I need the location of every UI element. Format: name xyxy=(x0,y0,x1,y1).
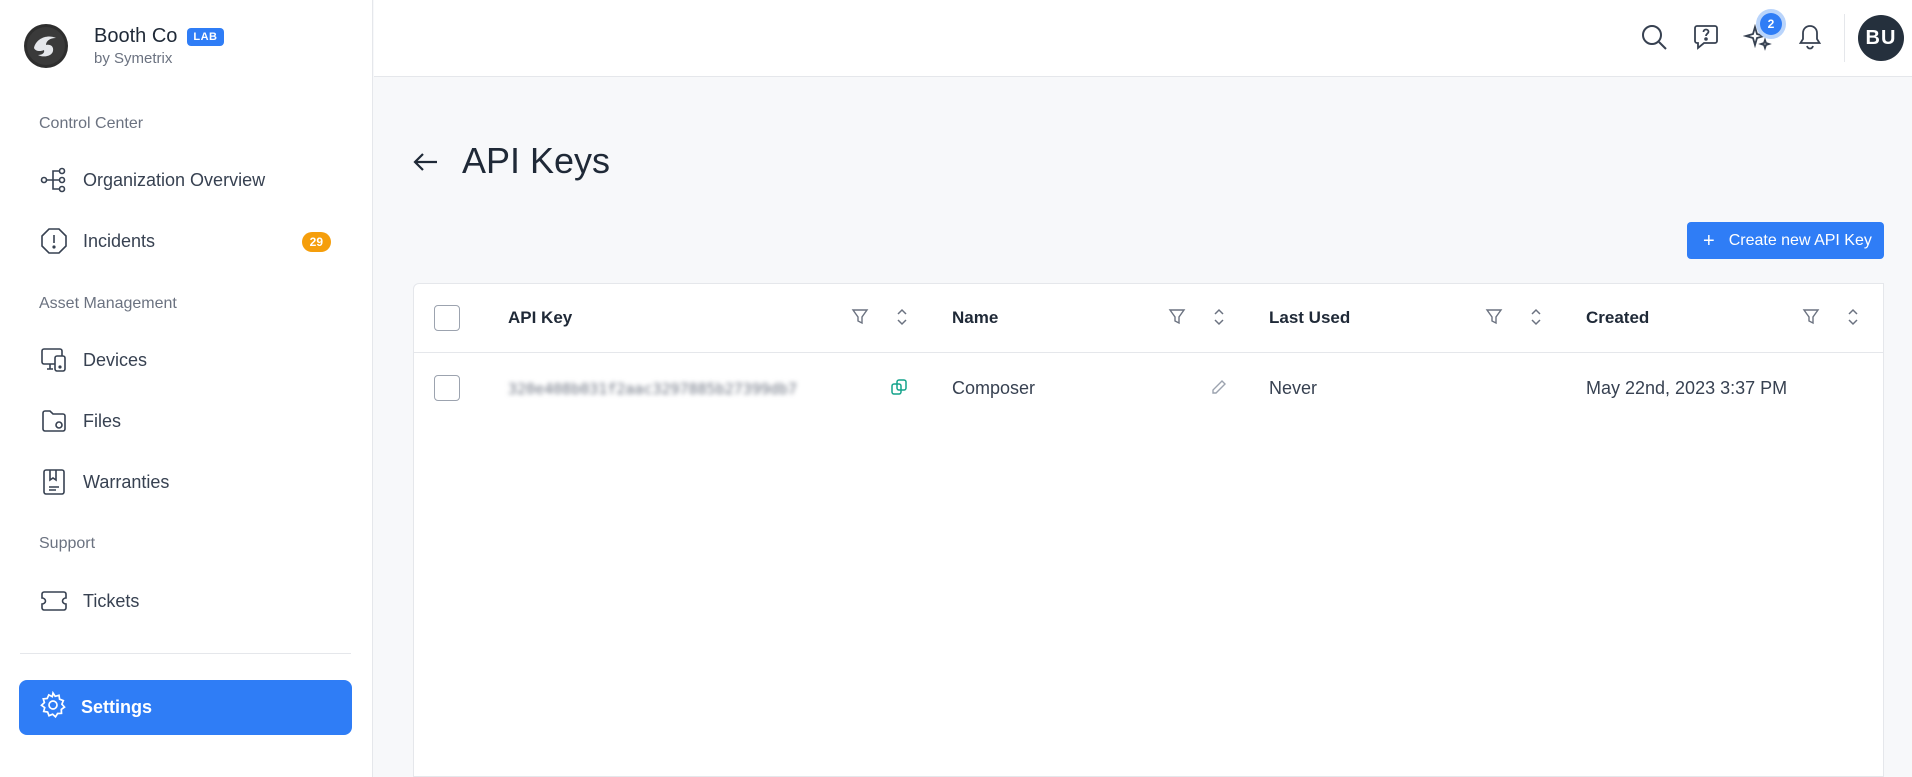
top-bar: 2 BU xyxy=(374,0,1912,77)
lab-badge: LAB xyxy=(187,27,224,46)
org-tree-icon xyxy=(39,165,69,195)
section-label-control-center: Control Center xyxy=(39,115,144,132)
column-header-last-used[interactable]: Last Used xyxy=(1269,308,1350,328)
sort-icon[interactable] xyxy=(1842,306,1864,328)
plus-icon: + xyxy=(1703,229,1715,252)
sidebar-item-label: Settings xyxy=(81,697,153,717)
sidebar: Booth Co LAB by Symetrix Control Center … xyxy=(0,0,373,777)
back-arrow-icon[interactable] xyxy=(410,146,442,178)
warranty-icon xyxy=(39,467,69,497)
table-row: 320e408b031f2aac3297885b27399db7 Compose… xyxy=(414,354,1883,424)
sidebar-item-tickets[interactable]: Tickets xyxy=(39,581,339,621)
sidebar-item-devices[interactable]: Devices xyxy=(39,340,339,380)
api-key-value: 320e408b031f2aac3297885b27399db7 xyxy=(508,380,797,398)
api-keys-table: API Key Name Last Used Created 320e408b0… xyxy=(413,283,1884,777)
sidebar-item-label: Files xyxy=(83,410,122,431)
create-api-key-label: Create new API Key xyxy=(1728,231,1872,249)
sort-icon[interactable] xyxy=(891,306,913,328)
sidebar-item-label: Warranties xyxy=(83,471,170,492)
sidebar-item-warranties[interactable]: Warranties xyxy=(39,462,339,502)
sidebar-item-settings[interactable]: Settings xyxy=(19,680,352,735)
sidebar-item-label: Devices xyxy=(83,349,148,370)
alert-shield-icon xyxy=(39,226,69,256)
column-header-api-key[interactable]: API Key xyxy=(508,308,572,328)
row-checkbox[interactable] xyxy=(434,375,460,401)
devices-icon xyxy=(39,345,69,375)
filter-icon[interactable] xyxy=(1166,306,1188,328)
create-api-key-button[interactable]: + Create new API Key xyxy=(1687,222,1884,259)
topbar-separator xyxy=(1844,14,1845,62)
help-chat-icon[interactable] xyxy=(1688,19,1724,55)
brand-name: Booth Co xyxy=(94,25,178,47)
sidebar-divider xyxy=(20,653,351,654)
bell-icon[interactable] xyxy=(1792,19,1828,55)
brand[interactable]: Booth Co LAB by Symetrix xyxy=(24,24,224,68)
avatar[interactable]: BU xyxy=(1858,15,1904,61)
column-header-created[interactable]: Created xyxy=(1586,308,1649,328)
page-title: API Keys xyxy=(462,140,611,181)
sort-icon[interactable] xyxy=(1208,306,1230,328)
sidebar-item-incidents[interactable]: Incidents 29 xyxy=(39,221,339,261)
last-used-value: Never xyxy=(1269,378,1318,398)
gear-icon xyxy=(39,690,67,724)
select-all-checkbox[interactable] xyxy=(434,305,460,331)
filter-icon[interactable] xyxy=(1800,306,1822,328)
column-header-name[interactable]: Name xyxy=(952,308,998,328)
sort-icon[interactable] xyxy=(1525,306,1547,328)
ticket-icon xyxy=(39,586,69,616)
sidebar-item-organization-overview[interactable]: Organization Overview xyxy=(39,160,339,200)
section-label-asset-management: Asset Management xyxy=(39,295,177,312)
brand-logo-icon xyxy=(24,24,68,68)
edit-pencil-icon[interactable] xyxy=(1208,376,1230,398)
sparkles-icon[interactable]: 2 xyxy=(1740,13,1782,55)
section-label-support: Support xyxy=(39,535,96,552)
created-value: May 22nd, 2023 3:37 PM xyxy=(1586,378,1788,398)
sidebar-item-files[interactable]: Files xyxy=(39,401,339,441)
copy-icon[interactable] xyxy=(888,376,910,398)
notification-count-badge: 2 xyxy=(1760,13,1782,35)
filter-icon[interactable] xyxy=(849,306,871,328)
sidebar-item-label: Incidents xyxy=(83,230,156,251)
key-name: Composer xyxy=(952,378,1036,398)
sidebar-item-label: Tickets xyxy=(83,590,140,611)
filter-icon[interactable] xyxy=(1483,306,1505,328)
folder-icon xyxy=(39,406,69,436)
incidents-count-badge: 29 xyxy=(301,232,331,252)
sidebar-item-label: Organization Overview xyxy=(83,169,266,190)
search-icon[interactable] xyxy=(1636,19,1672,55)
table-header: API Key Name Last Used Created xyxy=(414,284,1883,353)
brand-subtitle: by Symetrix xyxy=(94,50,173,67)
